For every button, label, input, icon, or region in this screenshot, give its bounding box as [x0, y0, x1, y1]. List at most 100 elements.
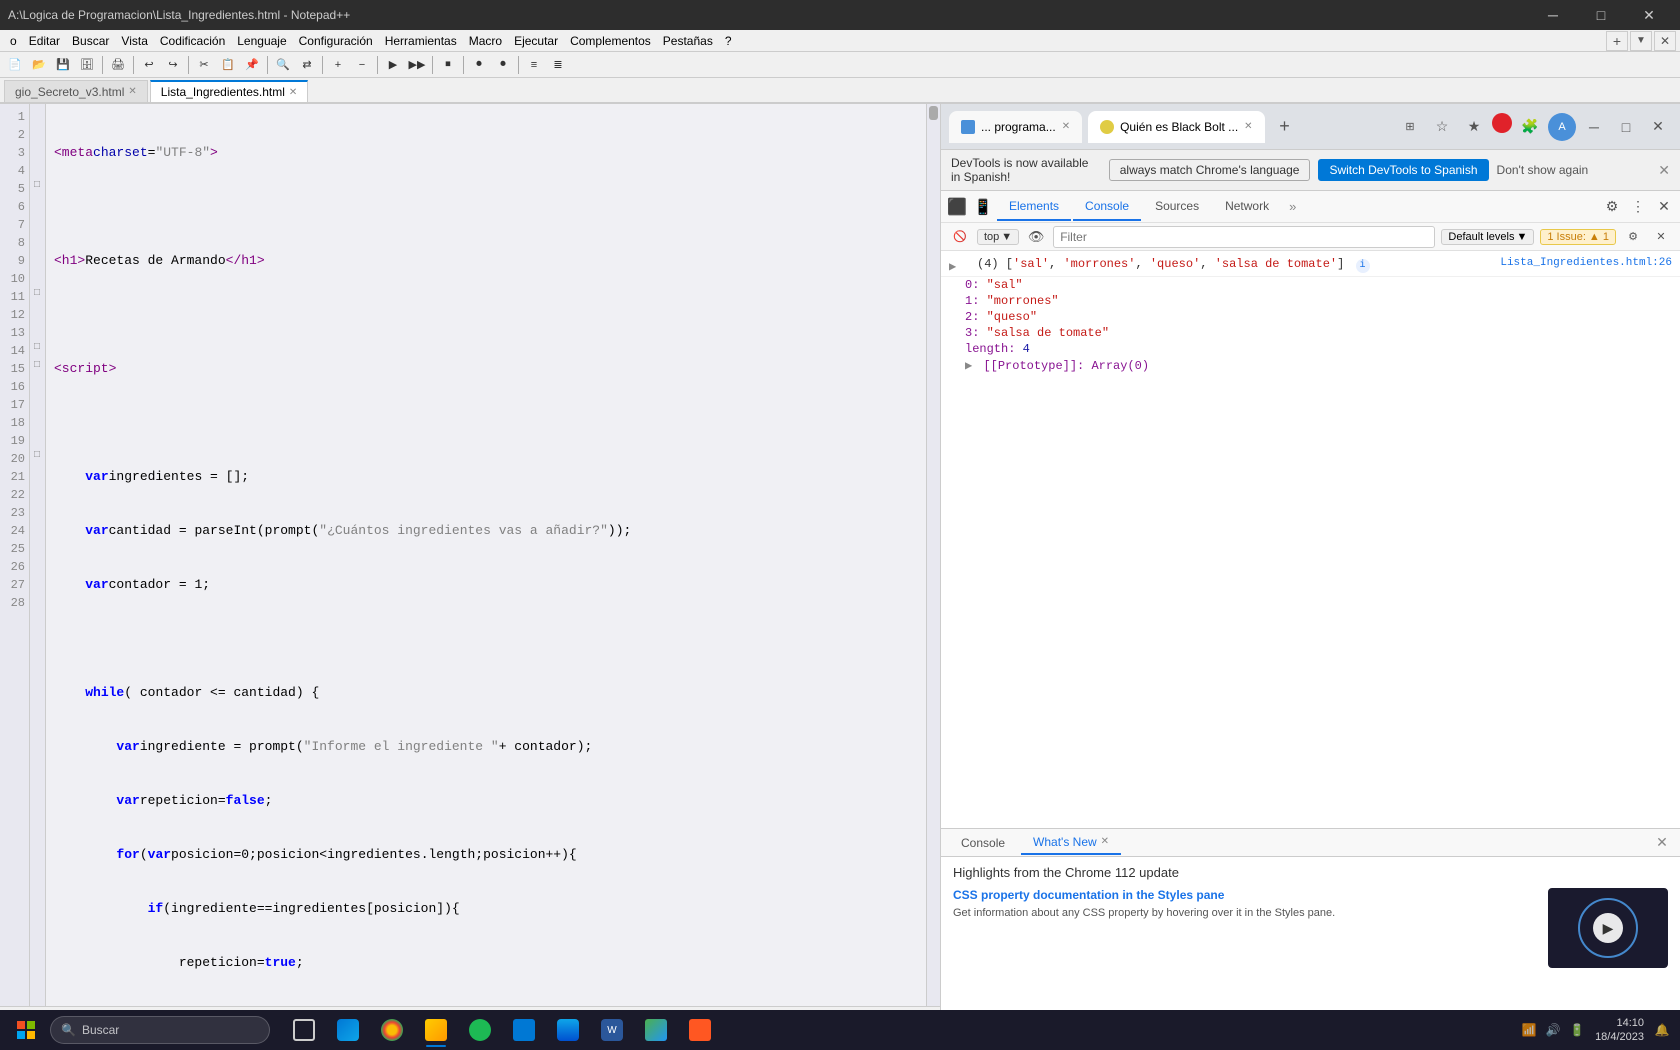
format-btn[interactable]: ≡	[523, 54, 545, 76]
chrome-close[interactable]: ✕	[1644, 113, 1672, 141]
chrome-minimize[interactable]: ─	[1580, 113, 1608, 141]
save-all-btn[interactable]: 🗄	[76, 54, 98, 76]
tab-lista-ingredientes[interactable]: Lista_Ingredientes.html ✕	[150, 80, 308, 102]
whats-new-close-x[interactable]: ✕	[1101, 836, 1109, 847]
menu-item-settings[interactable]: Configuración	[293, 32, 379, 50]
clear-console-btn[interactable]: 🚫	[949, 226, 971, 248]
add-tab-btn[interactable]: +	[1606, 31, 1628, 51]
menu-item-language[interactable]: Lenguaje	[231, 32, 292, 50]
print-btn[interactable]: 🖨	[107, 54, 129, 76]
format2-btn[interactable]: ≣	[547, 54, 569, 76]
fold-15[interactable]: □	[30, 356, 44, 374]
tray-volume[interactable]: 🔊	[1543, 1020, 1563, 1040]
task-app-maps[interactable]	[636, 1011, 676, 1049]
minimize-btn[interactable]: ─	[1530, 0, 1576, 30]
fold-11[interactable]: □	[30, 284, 44, 302]
menu-item-plugins[interactable]: Complementos	[564, 32, 657, 50]
menu-item-run[interactable]: Ejecutar	[508, 32, 564, 50]
menu-item-tools[interactable]: Herramientas	[379, 32, 463, 50]
macro-btn[interactable]: ⏺	[468, 54, 490, 76]
new-btn[interactable]: 📄	[4, 54, 26, 76]
array-expand-icon[interactable]: ▶	[949, 259, 965, 274]
close-btn[interactable]: ✕	[1626, 0, 1672, 30]
run-btn[interactable]: ▶	[382, 54, 404, 76]
macro2-btn[interactable]: ⏺	[492, 54, 514, 76]
dt-tab-sources[interactable]: Sources	[1143, 193, 1211, 221]
match-language-btn[interactable]: always match Chrome's language	[1109, 159, 1311, 181]
inspect-element-btn[interactable]: ⬛	[945, 195, 969, 219]
replace-btn[interactable]: ⇄	[296, 54, 318, 76]
task-app-app2[interactable]	[680, 1011, 720, 1049]
task-app-multitasking[interactable]	[284, 1011, 324, 1049]
browser-tab-1-close[interactable]: ✕	[1062, 121, 1070, 132]
top-context-badge[interactable]: top ▼	[977, 229, 1019, 245]
task-app-explorer[interactable]	[416, 1011, 456, 1049]
taskbar-clock[interactable]: 14:10 18/4/2023	[1595, 1016, 1644, 1045]
tab-close-lista[interactable]: ✕	[289, 87, 297, 98]
menu-item-edit[interactable]: Editar	[23, 32, 66, 50]
prototype-expand[interactable]: ▶	[965, 359, 972, 373]
switch-devtools-btn[interactable]: Switch DevTools to Spanish	[1318, 159, 1488, 181]
dt-settings-icon[interactable]: ⚙	[1622, 226, 1644, 248]
paste-btn[interactable]: 📌	[241, 54, 263, 76]
fold-14[interactable]: □	[30, 338, 44, 356]
dt-tab-console[interactable]: Console	[1073, 193, 1141, 221]
bottom-panel-close[interactable]: ✕	[1652, 833, 1672, 853]
new-tab-btn[interactable]: +	[1271, 113, 1299, 141]
task-app-spotify[interactable]	[460, 1011, 500, 1049]
array-source[interactable]: Lista_Ingredientes.html:26	[1500, 257, 1672, 269]
code-editor[interactable]: <meta charset="UTF-8"> <h1>Recetas de Ar…	[46, 104, 926, 1006]
chrome-bookmark-btn[interactable]: ☆	[1428, 113, 1456, 141]
copy-btn[interactable]: 📋	[217, 54, 239, 76]
tray-battery[interactable]: 🔋	[1567, 1020, 1587, 1040]
task-app-edge[interactable]	[328, 1011, 368, 1049]
menu-item-search[interactable]: Buscar	[66, 32, 115, 50]
dt-tab-elements[interactable]: Elements	[997, 193, 1071, 221]
browser-tab-2-close[interactable]: ✕	[1244, 121, 1252, 132]
editor-scrollbar[interactable]	[926, 104, 940, 1006]
find-btn[interactable]: 🔍	[272, 54, 294, 76]
info-badge[interactable]: i	[1356, 259, 1370, 273]
tab-gio-secreto[interactable]: gio_Secreto_v3.html ✕	[4, 80, 148, 102]
bottom-tab-console[interactable]: Console	[949, 831, 1017, 855]
taskbar-search[interactable]: 🔍 Buscar	[50, 1016, 270, 1044]
undo-btn[interactable]: ↩	[138, 54, 160, 76]
chrome-star-btn[interactable]: ★	[1460, 113, 1488, 141]
zoom-out-btn[interactable]: −	[351, 54, 373, 76]
redo-btn[interactable]: ↪	[162, 54, 184, 76]
tray-network[interactable]: 📶	[1519, 1020, 1539, 1040]
notification-close[interactable]: ✕	[1658, 162, 1670, 179]
menu-item-help[interactable]: ?	[719, 32, 738, 50]
chrome-extensions-btn[interactable]: ⊞	[1396, 113, 1424, 141]
chrome-maximize[interactable]: □	[1612, 113, 1640, 141]
dt-close-icon[interactable]: ✕	[1650, 226, 1672, 248]
close-editor-btn[interactable]: ✕	[1654, 31, 1676, 51]
dt-settings-btn[interactable]: ⚙	[1600, 195, 1624, 219]
tray-notification[interactable]: 🔔	[1652, 1020, 1672, 1040]
zoom-in-btn[interactable]: +	[327, 54, 349, 76]
open-btn[interactable]: 📂	[28, 54, 50, 76]
eye-btn[interactable]: 👁	[1025, 226, 1047, 248]
chrome-puzzle-btn[interactable]: 🧩	[1516, 113, 1544, 141]
browser-tab-1[interactable]: ... programa... ✕	[949, 111, 1082, 143]
issue-badge[interactable]: 1 Issue: ▲ 1	[1540, 229, 1616, 245]
dt-overflow-btn[interactable]: ⋮	[1626, 195, 1650, 219]
menu-item-file[interactable]: o	[4, 32, 23, 50]
chrome-profile-btn[interactable]: A	[1548, 113, 1576, 141]
menu-item-tabs[interactable]: Pestañas	[657, 32, 719, 50]
menu-item-view[interactable]: Vista	[115, 32, 153, 50]
task-app-store[interactable]	[548, 1011, 588, 1049]
browser-tab-2[interactable]: Quién es Black Bolt ... ✕	[1088, 111, 1264, 143]
maximize-btn[interactable]: □	[1578, 0, 1624, 30]
save-btn[interactable]: 💾	[52, 54, 74, 76]
filter-input[interactable]	[1053, 226, 1435, 248]
dont-show-again[interactable]: Don't show again	[1497, 163, 1647, 177]
default-levels-dropdown[interactable]: Default levels ▼	[1441, 229, 1534, 245]
cut-btn[interactable]: ✂	[193, 54, 215, 76]
tab-close-gio[interactable]: ✕	[128, 86, 136, 97]
task-app-chrome[interactable]	[372, 1011, 412, 1049]
start-button[interactable]	[8, 1012, 44, 1048]
task-app-mail[interactable]	[504, 1011, 544, 1049]
device-toolbar-btn[interactable]: 📱	[971, 195, 995, 219]
dt-tab-network[interactable]: Network	[1213, 193, 1281, 221]
